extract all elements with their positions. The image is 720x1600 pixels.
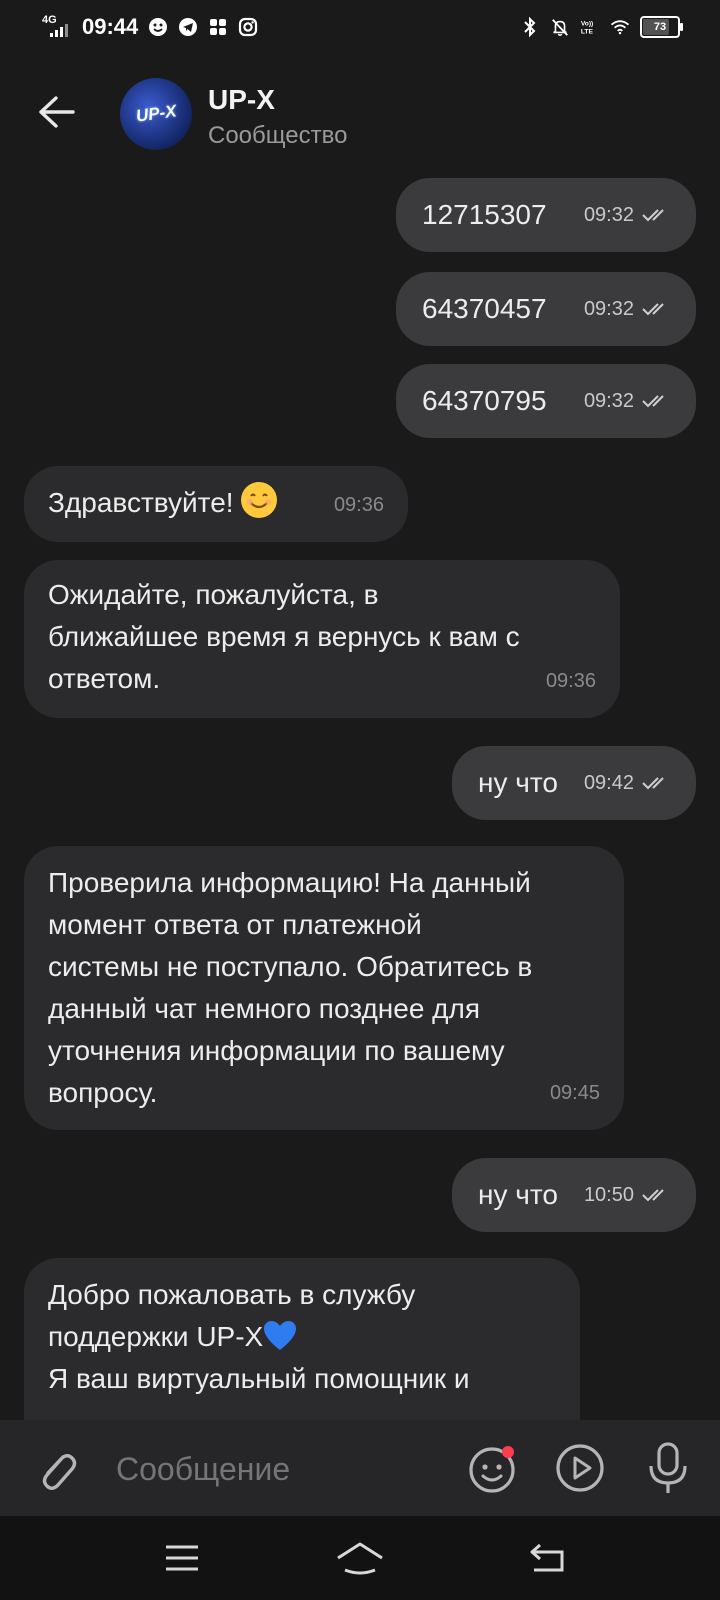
- return-icon: [530, 1543, 564, 1572]
- voice-message-button[interactable]: [642, 1440, 694, 1496]
- chat-header: UP-X UP-X Сообщество: [0, 56, 720, 166]
- svg-text:LTE: LTE: [581, 29, 594, 36]
- message-incoming[interactable]: Здравствуйте! 09:36: [24, 466, 408, 542]
- blue-heart-emoji: [264, 1321, 297, 1350]
- svg-text:Vo)): Vo)): [581, 20, 593, 27]
- message-time: 09:42: [583, 772, 634, 794]
- message-incoming[interactable]: Добро пожаловать в службу поддержки UP-X…: [24, 1258, 580, 1420]
- recent-apps-button[interactable]: [154, 1532, 210, 1584]
- smiling-face-emoji: [241, 482, 278, 518]
- paperclip-icon: [42, 1454, 77, 1490]
- message-time: 09:36: [545, 670, 596, 692]
- instagram-icon: [238, 17, 258, 37]
- message-time: 09:32: [583, 204, 634, 226]
- system-navigation-bar: [0, 1516, 720, 1600]
- attach-button[interactable]: [32, 1444, 82, 1494]
- message-text: момент ответа от платежной: [48, 909, 422, 940]
- message-text: ответом.: [48, 663, 161, 694]
- message-text: ближайшее время я вернусь к вам с: [48, 621, 520, 652]
- message-incoming[interactable]: Проверила информацию! На данный момент о…: [24, 846, 624, 1130]
- message-text: системы не поступало. Обратитесь в: [48, 951, 533, 982]
- message-input[interactable]: [114, 1442, 438, 1496]
- message-list[interactable]: 12715307 09:32 64370457 09:32 64370795 0…: [0, 166, 720, 1420]
- status-bar: 4G 09:44 Vo)) LTE 73: [0, 0, 720, 56]
- message-text: данный чат немного позднее для: [48, 993, 481, 1024]
- double-check-icon: [642, 303, 664, 316]
- message-text: уточнения информации по вашему: [48, 1035, 505, 1066]
- message-text: Добро пожаловать в службу: [48, 1279, 416, 1310]
- message-composer: [0, 1420, 720, 1516]
- chat-subtitle: Сообщество: [208, 122, 348, 149]
- message-text: поддержки UP-X: [48, 1321, 264, 1352]
- back-nav-button[interactable]: [520, 1532, 576, 1584]
- back-button[interactable]: [30, 86, 82, 138]
- message-text: Я ваш виртуальный помощник и: [48, 1363, 470, 1394]
- message-text: Здравствуйте!: [48, 487, 234, 518]
- message-outgoing[interactable]: 12715307 09:32: [396, 178, 696, 252]
- bluetooth-icon: [520, 16, 540, 38]
- menu-icon: [166, 1545, 198, 1571]
- sticker-button[interactable]: [466, 1440, 522, 1496]
- message-text: вопросу.: [48, 1077, 158, 1108]
- wifi-icon: [610, 17, 630, 37]
- video-message-button[interactable]: [554, 1442, 606, 1494]
- message-time: 10:50: [583, 1184, 634, 1206]
- avatar[interactable]: UP-X: [120, 78, 192, 150]
- message-outgoing[interactable]: 64370457 09:32: [396, 272, 696, 346]
- double-check-icon: [642, 1189, 664, 1202]
- message-text: Проверила информацию! На данный: [48, 867, 531, 898]
- message-outgoing[interactable]: ну что 09:42: [452, 746, 696, 820]
- battery-icon: 73: [640, 16, 683, 38]
- telegram-icon: [178, 17, 198, 37]
- mute-icon: [550, 17, 570, 37]
- message-incoming[interactable]: Ожидайте, пожалуйста, в ближайшее время …: [24, 560, 620, 718]
- arrow-left-icon: [39, 96, 75, 128]
- double-check-icon: [642, 777, 664, 790]
- message-time: 09:45: [549, 1082, 600, 1104]
- apps-icon: [208, 17, 228, 37]
- message-outgoing[interactable]: ну что 10:50: [452, 1158, 696, 1232]
- battery-level: 73: [653, 21, 667, 33]
- chat-title[interactable]: UP-X: [208, 84, 275, 116]
- microphone-icon: [649, 1442, 687, 1493]
- message-time: 09:32: [583, 298, 634, 320]
- notification-dot: [502, 1446, 514, 1458]
- home-icon: [337, 1542, 383, 1575]
- clock: 09:44: [82, 14, 139, 39]
- double-check-icon: [642, 395, 664, 408]
- message-time: 09:32: [583, 390, 634, 412]
- volte-icon: Vo)) LTE: [580, 17, 600, 37]
- signal-icon: 4G: [42, 14, 72, 40]
- message-text: Ожидайте, пожалуйста, в: [48, 579, 379, 610]
- play-circle-icon: [556, 1444, 604, 1492]
- message-time: 09:36: [333, 494, 384, 516]
- home-button[interactable]: [332, 1532, 388, 1584]
- smile-notification-icon: [148, 17, 168, 37]
- double-check-icon: [642, 209, 664, 222]
- avatar-logo-text: UP-X: [134, 101, 178, 126]
- message-outgoing[interactable]: 64370795 09:32: [396, 364, 696, 438]
- smiley-icon: [469, 1446, 515, 1493]
